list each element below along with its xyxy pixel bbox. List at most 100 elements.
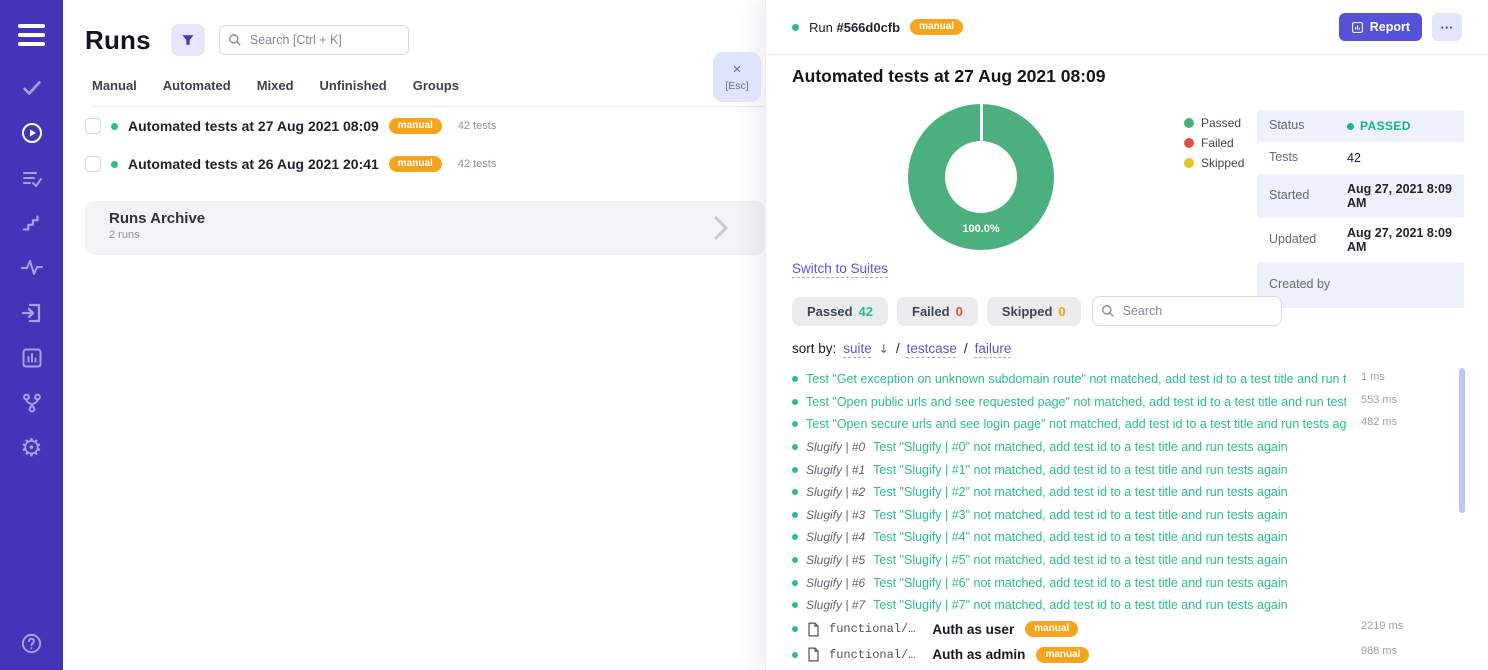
passed-filter-button[interactable]: Passed 42: [792, 297, 888, 326]
skipped-filter-button[interactable]: Skipped 0: [987, 297, 1081, 326]
close-icon: ×: [733, 62, 742, 77]
tab-groups[interactable]: Groups: [413, 78, 459, 93]
failed-dot: [1184, 138, 1194, 148]
report-button[interactable]: Report: [1339, 13, 1422, 41]
activity-icon[interactable]: [19, 255, 45, 281]
test-case-row[interactable]: functional/… Auth as user manual 2219 ms: [792, 617, 1458, 643]
play-circle-icon[interactable]: [19, 120, 45, 146]
passed-dot: [1184, 118, 1194, 128]
scrollbar-thumb[interactable]: [1459, 368, 1465, 513]
sort-testcase-link[interactable]: testcase: [907, 341, 957, 356]
passed-dot: [792, 652, 798, 658]
summary-row-updated: Updated Aug 27, 2021 8:09 AM: [1257, 218, 1464, 262]
close-drawer-button[interactable]: × [Esc]: [713, 52, 761, 102]
switch-to-suites-link[interactable]: Switch to Suites: [792, 261, 888, 276]
report-label: Report: [1370, 20, 1410, 34]
tab-mixed[interactable]: Mixed: [257, 78, 294, 93]
suite-prefix: Slugify | #6: [806, 576, 865, 590]
passed-dot: [792, 512, 798, 518]
summary-row-status: Status PASSED: [1257, 110, 1464, 142]
sort-by-label: sort by:: [792, 341, 836, 356]
test-row[interactable]: Slugify | #6 Test "Slugify | #6" not mat…: [792, 571, 1458, 594]
passed-dot: [792, 421, 798, 427]
suite-prefix: Slugify | #4: [806, 530, 865, 544]
tests-search-input[interactable]: [1092, 296, 1282, 326]
passed-dot: [792, 534, 798, 540]
test-duration: 988 ms: [1361, 645, 1397, 657]
test-row[interactable]: Slugify | #1 Test "Slugify | #1" not mat…: [792, 458, 1458, 481]
document-icon: [807, 647, 820, 662]
archive-count: 2 runs: [109, 229, 765, 241]
test-row[interactable]: Slugify | #7 Test "Slugify | #7" not mat…: [792, 594, 1458, 617]
case-title: Auth as user: [932, 622, 1014, 637]
summary-row-tests: Tests 42: [1257, 142, 1464, 174]
runs-search-input[interactable]: [219, 25, 409, 55]
test-row[interactable]: Slugify | #3 Test "Slugify | #3" not mat…: [792, 504, 1458, 527]
tab-manual[interactable]: Manual: [92, 78, 137, 93]
app-root: ⚙ Runs Manual Automated Mixed Unfinished…: [0, 0, 1488, 670]
passed-dot: [792, 626, 798, 632]
run-checkbox[interactable]: [85, 156, 101, 172]
test-row[interactable]: Slugify | #0 Test "Slugify | #0" not mat…: [792, 436, 1458, 459]
donut-gap: [980, 104, 983, 141]
passed-dot: [792, 399, 798, 405]
passed-dot: [792, 376, 798, 382]
test-row[interactable]: Test "Open secure urls and see login pag…: [792, 413, 1458, 436]
test-row[interactable]: Test "Get exception on unknown subdomain…: [792, 368, 1458, 391]
test-row[interactable]: Test "Open public urls and see requested…: [792, 391, 1458, 414]
runs-tabs: Manual Automated Mixed Unfinished Groups: [92, 78, 765, 107]
manual-badge: manual: [1036, 647, 1089, 663]
case-path: functional/…: [829, 622, 915, 636]
run-checkbox[interactable]: [85, 118, 101, 134]
run-summary-table: Status PASSED Tests 42 Started Aug 27, 2…: [1257, 110, 1464, 308]
manual-badge: manual: [389, 118, 442, 134]
test-duration: 482 ms: [1361, 416, 1397, 428]
legend-item-skipped: Skipped: [1184, 156, 1244, 170]
document-icon: [807, 622, 820, 637]
runs-archive-card[interactable]: Runs Archive 2 runs: [85, 201, 765, 255]
test-row[interactable]: Slugify | #4 Test "Slugify | #4" not mat…: [792, 526, 1458, 549]
test-row[interactable]: Slugify | #5 Test "Slugify | #5" not mat…: [792, 549, 1458, 572]
tab-automated[interactable]: Automated: [163, 78, 231, 93]
manual-badge: manual: [389, 156, 442, 172]
run-list-item[interactable]: Automated tests at 27 Aug 2021 08:09 man…: [63, 107, 765, 145]
test-row[interactable]: Slugify | #2 Test "Slugify | #2" not mat…: [792, 481, 1458, 504]
sidebar: ⚙: [0, 0, 63, 670]
summary-row-created-by: Created by: [1257, 262, 1464, 308]
chart-legend: Passed Failed Skipped: [1184, 116, 1244, 170]
tab-unfinished[interactable]: Unfinished: [320, 78, 387, 93]
gear-icon[interactable]: ⚙: [19, 435, 45, 461]
sort-suite-link[interactable]: suite: [843, 341, 872, 356]
check-icon[interactable]: [19, 75, 45, 101]
steps-icon[interactable]: [19, 210, 45, 236]
failed-count: 0: [956, 304, 963, 319]
run-test-count: 42 tests: [458, 158, 497, 170]
chevron-right-icon: [713, 215, 729, 241]
filter-button[interactable]: [171, 24, 205, 56]
suite-prefix: Slugify | #1: [806, 463, 865, 477]
bar-chart-icon[interactable]: [19, 345, 45, 371]
run-list-item[interactable]: Automated tests at 26 Aug 2021 20:41 man…: [63, 145, 765, 183]
archive-title: Runs Archive: [109, 210, 765, 227]
failed-filter-button[interactable]: Failed 0: [897, 297, 978, 326]
run-title: Automated tests at 26 Aug 2021 20:41: [128, 156, 379, 172]
run-title: Automated tests at 27 Aug 2021 08:09: [128, 118, 379, 134]
list-check-icon[interactable]: [19, 165, 45, 191]
results-donut-chart: 100.0%: [908, 104, 1054, 250]
donut-hole: [945, 141, 1017, 213]
status-dot: [111, 161, 118, 168]
sort-direction-icon[interactable]: ↓: [879, 342, 889, 356]
branch-icon[interactable]: [19, 390, 45, 416]
case-title: Auth as admin: [932, 647, 1025, 662]
sidebar-nav: ⚙: [0, 75, 63, 461]
menu-icon[interactable]: [18, 24, 45, 51]
sign-in-icon[interactable]: [19, 300, 45, 326]
more-actions-button[interactable]: ···: [1432, 13, 1462, 41]
case-path: functional/…: [829, 648, 915, 662]
sort-failure-link[interactable]: failure: [975, 341, 1012, 356]
tests-value: 42: [1347, 151, 1361, 165]
test-case-row[interactable]: functional/… Auth as admin manual 988 ms: [792, 642, 1458, 668]
updated-value: Aug 27, 2021 8:09 AM: [1347, 226, 1452, 254]
help-icon[interactable]: [19, 630, 45, 656]
runs-panel: Runs Manual Automated Mixed Unfinished G…: [63, 0, 765, 670]
